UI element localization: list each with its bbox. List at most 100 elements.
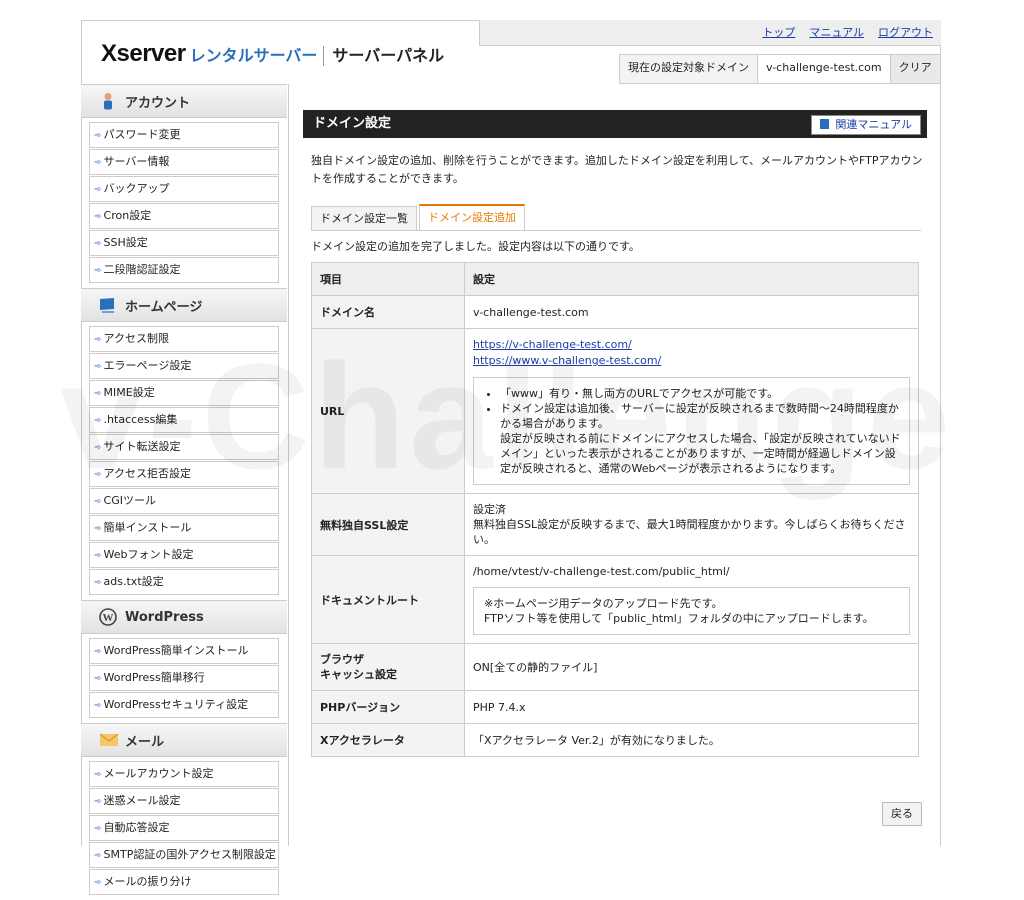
- arrow-icon: ➾: [94, 647, 102, 657]
- menu-item-2fa[interactable]: ➾ 二段階認証設定: [89, 257, 279, 283]
- menu-item-label: 簡単インストール: [103, 521, 192, 534]
- menu-item-cgi-tools[interactable]: ➾ CGIツール: [89, 488, 279, 514]
- menu-item-wp-migrate[interactable]: ➾ WordPress簡単移行: [89, 665, 279, 691]
- menu-item-auto-reply[interactable]: ➾ 自動応答設定: [89, 815, 279, 841]
- menu-item-label: メールの振り分け: [103, 875, 192, 888]
- link-logout[interactable]: ログアウト: [878, 26, 933, 39]
- arrow-icon: ➾: [94, 158, 102, 168]
- menu-item-htaccess[interactable]: ➾ .htaccess編集: [89, 407, 279, 433]
- menu-item-server-info[interactable]: ➾ サーバー情報: [89, 149, 279, 175]
- menu-item-access-deny[interactable]: ➾ アクセス拒否設定: [89, 461, 279, 487]
- arrow-icon: ➾: [94, 239, 102, 249]
- top-links: トップ マニュアル ログアウト: [479, 20, 941, 46]
- link-manual[interactable]: マニュアル: [809, 26, 864, 39]
- url-link-2[interactable]: https://www.v-challenge-test.com/: [473, 353, 910, 369]
- section-mail-title: メール: [125, 734, 165, 750]
- row-key-url: URL: [311, 328, 465, 494]
- table-row: Xアクセラレータ 「Xアクセラレータ Ver.2」が有効になりました。: [311, 723, 919, 757]
- back-button[interactable]: 戻る: [882, 802, 922, 826]
- related-manual-button[interactable]: 関連マニュアル: [811, 115, 921, 135]
- arrow-icon: ➾: [94, 185, 102, 195]
- table-row: PHPバージョン PHP 7.4.x: [311, 690, 919, 724]
- section-account-title: アカウント: [125, 95, 191, 111]
- row-key-php: PHPバージョン: [311, 690, 465, 724]
- row-key-domain: ドメイン名: [311, 295, 465, 329]
- url-link-1[interactable]: https://v-challenge-test.com/: [473, 337, 910, 353]
- menu-item-ssh[interactable]: ➾ SSH設定: [89, 230, 279, 256]
- mail-menu: ➾ メールアカウント設定 ➾ 迷惑メール設定 ➾ 自動応答設定 ➾ SMTP認証の国外ア…: [81, 757, 287, 900]
- arrow-icon: ➾: [94, 389, 102, 399]
- arrow-icon: ➾: [94, 470, 102, 480]
- url-note-2: ドメイン設定は追加後、サーバーに設定が反映されるまで数時間〜24時間程度かかる場…: [500, 401, 901, 476]
- row-key-cache-line1: ブラウザ: [320, 653, 364, 666]
- header-right: トップ マニュアル ログアウト 現在の設定対象ドメイン v-challenge-te…: [479, 20, 941, 84]
- link-top[interactable]: トップ: [762, 26, 795, 39]
- account-menu: ➾ パスワード変更 ➾ サーバー情報 ➾ バックアップ ➾ Cron設定 ➾ SSH設定 …: [81, 118, 287, 288]
- section-homepage: ホームページ: [81, 288, 287, 322]
- row-key-docroot: ドキュメントルート: [311, 555, 465, 644]
- intro-text: 独自ドメイン設定の追加、削除を行うことができます。追加したドメイン設定を利用して…: [311, 154, 923, 185]
- menu-item-site-redirect[interactable]: ➾ サイト転送設定: [89, 434, 279, 460]
- tab-domain-add[interactable]: ドメイン設定追加: [419, 204, 525, 230]
- row-key-cache-line2: キャッシュ設定: [320, 668, 397, 681]
- url-note-2-text: ドメイン設定は追加後、サーバーに設定が反映されるまで数時間〜24時間程度かかる場…: [500, 402, 899, 430]
- menu-item-ads-txt[interactable]: ➾ ads.txt設定: [89, 569, 279, 595]
- menu-item-spam[interactable]: ➾ 迷惑メール設定: [89, 788, 279, 814]
- section-account: アカウント: [81, 84, 287, 118]
- clear-button[interactable]: クリア: [890, 55, 940, 83]
- logo-brand: Xserver: [101, 40, 186, 67]
- row-key-xaccel: Xアクセラレータ: [311, 723, 465, 757]
- row-value-xaccel: 「Xアクセラレータ Ver.2」が有効になりました。: [464, 723, 919, 757]
- menu-item-label: WordPress簡単移行: [103, 671, 205, 684]
- menu-item-label: アクセス拒否設定: [103, 467, 191, 480]
- docroot-path: /home/vtest/v-challenge-test.com/public_…: [473, 565, 730, 578]
- menu-item-label: SMTP認証の国外アクセス制限設定: [103, 848, 276, 861]
- logo[interactable]: Xserver レンタルサーバー サーバーパネル: [101, 40, 444, 68]
- arrow-icon: ➾: [94, 578, 102, 588]
- menu-item-password[interactable]: ➾ パスワード変更: [89, 122, 279, 148]
- current-domain-bar: 現在の設定対象ドメイン v-challenge-test.com クリア: [619, 54, 941, 84]
- menu-item-mail-account[interactable]: ➾ メールアカウント設定: [89, 761, 279, 787]
- menu-item-mail-filter[interactable]: ➾ メールの振り分け: [89, 869, 279, 895]
- page-title: ドメイン設定: [313, 116, 392, 131]
- menu-item-label: 自動応答設定: [103, 821, 170, 834]
- menu-item-mime[interactable]: ➾ MIME設定: [89, 380, 279, 406]
- menu-item-wp-security[interactable]: ➾ WordPressセキュリティ設定: [89, 692, 279, 718]
- tab-domain-list[interactable]: ドメイン設定一覧: [311, 206, 417, 230]
- table-row: ドメイン名 v-challenge-test.com: [311, 295, 919, 329]
- url-note-3-text: 設定が反映される前にドメインにアクセスした場合、「設定が反映されていないドメイン…: [500, 432, 901, 475]
- arrow-icon: ➾: [94, 131, 102, 141]
- svg-text:W: W: [103, 612, 114, 624]
- table-row: ブラウザ キャッシュ設定 ON[全ての静的ファイル]: [311, 643, 919, 691]
- arrow-icon: ➾: [94, 362, 102, 372]
- menu-item-error-page[interactable]: ➾ エラーページ設定: [89, 353, 279, 379]
- related-manual-label: 関連マニュアル: [835, 118, 912, 131]
- menu-item-web-font[interactable]: ➾ Webフォント設定: [89, 542, 279, 568]
- table-header-row: 項目 設定: [311, 262, 919, 296]
- menu-item-label: WordPressセキュリティ設定: [103, 698, 249, 711]
- menu-item-label: 二段階認証設定: [103, 263, 181, 276]
- menu-item-cron[interactable]: ➾ Cron設定: [89, 203, 279, 229]
- current-domain-label: 現在の設定対象ドメイン: [620, 55, 758, 83]
- menu-item-label: .htaccess編集: [103, 413, 178, 426]
- table-row: ドキュメントルート /home/vtest/v-challenge-test.c…: [311, 555, 919, 644]
- header: Xserver レンタルサーバー サーバーパネル トップ マニュアル ログアウト 現在の…: [81, 20, 941, 84]
- logo-panel: サーバーパネル: [332, 46, 445, 65]
- menu-item-label: Cron設定: [103, 209, 152, 222]
- arrow-icon: ➾: [94, 266, 102, 276]
- menu-item-label: Webフォント設定: [103, 548, 194, 561]
- menu-item-access-limit[interactable]: ➾ アクセス制限: [89, 326, 279, 352]
- menu-item-easy-install[interactable]: ➾ 簡単インストール: [89, 515, 279, 541]
- menu-item-wp-install[interactable]: ➾ WordPress簡単インストール: [89, 638, 279, 664]
- menu-item-backup[interactable]: ➾ バックアップ: [89, 176, 279, 202]
- section-homepage-title: ホームページ: [125, 299, 203, 315]
- row-key-cache: ブラウザキャッシュ設定: [311, 643, 465, 691]
- main-content: ドメイン設定 関連マニュアル 独自ドメイン設定の追加、削除を行うことができます。…: [288, 84, 941, 846]
- table-row: URL https://v-challenge-test.com/ https:…: [311, 328, 919, 494]
- section-mail: メール: [81, 723, 287, 757]
- row-value-domain: v-challenge-test.com: [464, 295, 919, 329]
- docroot-note-1: ※ホームページ用データのアップロード先です。: [484, 597, 723, 610]
- book-icon: [820, 119, 830, 129]
- menu-item-label: メールアカウント設定: [103, 767, 214, 780]
- column-header-item: 項目: [311, 262, 465, 296]
